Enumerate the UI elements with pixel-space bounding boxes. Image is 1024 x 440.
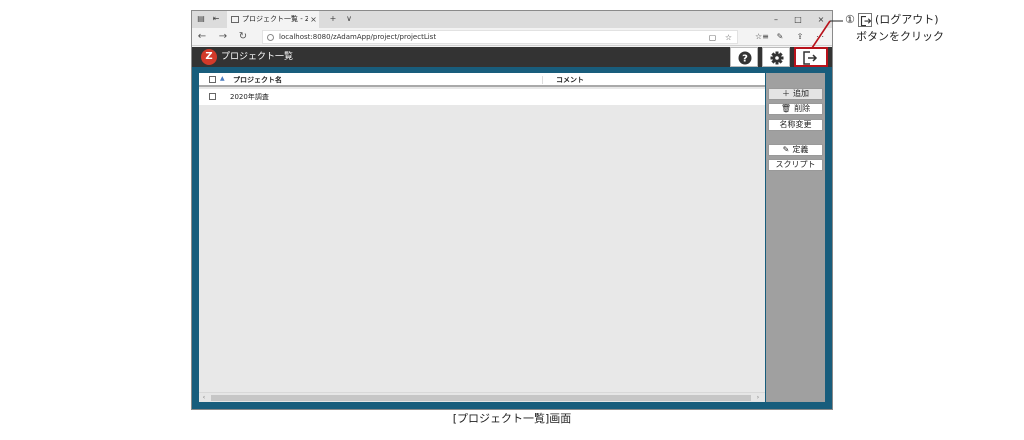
logout-icon bbox=[858, 13, 872, 27]
annotation-label-logout: (ログアウト) bbox=[875, 13, 939, 26]
screen-caption: [プロジェクト一覧]画面 bbox=[452, 412, 572, 425]
step-number: ① bbox=[845, 13, 855, 26]
callout-line bbox=[811, 20, 843, 49]
annotation-label-click: ボタンをクリック bbox=[856, 30, 944, 43]
logout-annotation: ① (ログアウト) ボタンをクリック bbox=[845, 13, 965, 45]
